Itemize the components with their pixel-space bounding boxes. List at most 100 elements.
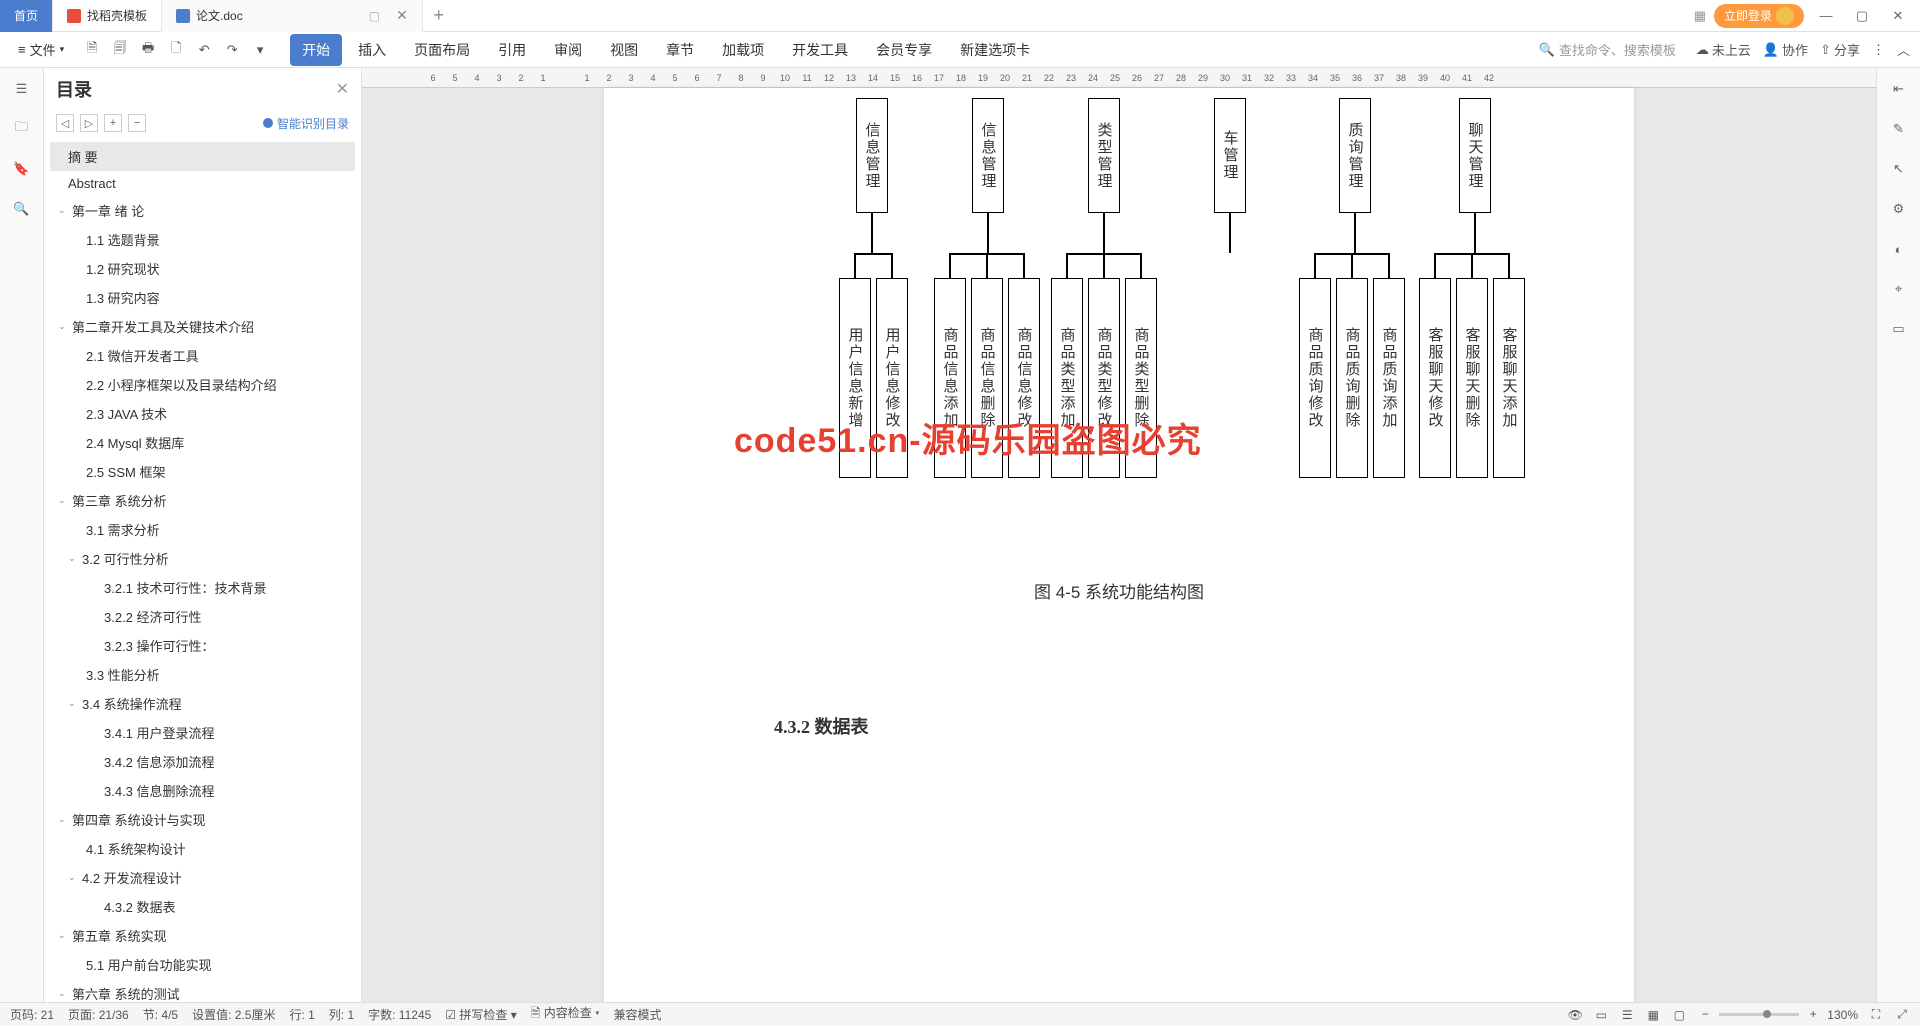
status-pages[interactable]: 页面: 21/36 xyxy=(68,1006,129,1023)
toc-item[interactable]: 2.5 SSM 框架 xyxy=(50,457,355,486)
minimize-button[interactable]: — xyxy=(1812,6,1840,26)
zoom-out-button[interactable]: − xyxy=(1697,1007,1713,1023)
toc-item[interactable]: ⌄第三章 系统分析 xyxy=(50,486,355,515)
folder-icon[interactable]: 🗀 xyxy=(11,118,33,140)
toc-item[interactable]: 4.3.2 数据表 xyxy=(50,892,355,921)
toc-item[interactable]: 3.4.2 信息添加流程 xyxy=(50,747,355,776)
toc-item[interactable]: 3.2.3 操作可行性： xyxy=(50,631,355,660)
shape-icon[interactable]: ◐ xyxy=(1888,238,1910,260)
toc-item[interactable]: 2.1 微信开发者工具 xyxy=(50,341,355,370)
toc-item[interactable]: ⌄第四章 系统设计与实现 xyxy=(50,805,355,834)
status-content[interactable]: 🗎 内容检查 ▾ xyxy=(531,1004,600,1025)
settings-icon[interactable]: ⚙ xyxy=(1888,198,1910,220)
bookmark-icon[interactable]: 🔖 xyxy=(11,158,33,180)
cursor-icon[interactable]: ↖ xyxy=(1888,158,1910,180)
more-vert-icon[interactable]: ⋮ xyxy=(1872,42,1885,58)
print-preview-icon[interactable]: 🗋 xyxy=(166,40,186,60)
toc-item[interactable]: ⌄第二章开发工具及关键技术介绍 xyxy=(50,312,355,341)
save-icon[interactable]: 🗎 xyxy=(82,40,102,60)
expand-icon[interactable]: + xyxy=(104,114,122,132)
toc-item[interactable]: 1.3 研究内容 xyxy=(50,283,355,312)
toc-item[interactable]: 3.2.1 技术可行性：技术背景 xyxy=(50,573,355,602)
tab-start[interactable]: 开始 xyxy=(290,34,342,66)
tab-ref[interactable]: 引用 xyxy=(486,34,538,66)
print-icon[interactable]: 🖶 xyxy=(138,40,158,60)
fit-icon[interactable]: ⛶ xyxy=(1868,1007,1884,1023)
view-read-icon[interactable]: ▢ xyxy=(1671,1007,1687,1023)
toc-item[interactable]: ⌄第六章 系统的测试 xyxy=(50,979,355,1002)
close-icon[interactable]: ✕ xyxy=(396,7,408,24)
location-icon[interactable]: ⌖ xyxy=(1888,278,1910,300)
promote-icon[interactable]: ◁ xyxy=(56,114,74,132)
maximize-button[interactable]: ▢ xyxy=(1848,6,1876,26)
status-spell[interactable]: ☑ 拼写检查 ▾ xyxy=(445,1006,516,1023)
status-page[interactable]: 页码: 21 xyxy=(10,1006,54,1023)
fullscreen-icon[interactable]: ⤢ xyxy=(1894,1007,1910,1023)
new-tab-button[interactable]: + xyxy=(423,5,455,26)
tab-load[interactable]: 加载项 xyxy=(710,34,776,66)
toc-item[interactable]: 3.4.1 用户登录流程 xyxy=(50,718,355,747)
share-button[interactable]: ⇧ 分享 xyxy=(1820,40,1860,59)
toc-item[interactable]: 3.3 性能分析 xyxy=(50,660,355,689)
file-menu[interactable]: ≡ 文件 ▾ xyxy=(10,40,72,59)
toc-item[interactable]: ⌄3.2 可行性分析 xyxy=(50,544,355,573)
toc-item[interactable]: ⌄第一章 绪 论 xyxy=(50,196,355,225)
status-words[interactable]: 字数: 11245 xyxy=(368,1006,431,1023)
tab-review[interactable]: 审阅 xyxy=(542,34,594,66)
smart-toc-button[interactable]: 智能识别目录 xyxy=(263,115,349,132)
login-button[interactable]: 立即登录 xyxy=(1714,4,1804,28)
read-icon[interactable]: ▭ xyxy=(1888,318,1910,340)
tab-dev[interactable]: 开发工具 xyxy=(780,34,860,66)
tab-insert[interactable]: 插入 xyxy=(346,34,398,66)
toc-item[interactable]: Abstract xyxy=(50,171,355,196)
zoom-slider[interactable] xyxy=(1719,1013,1799,1016)
toc-item[interactable]: 4.1 系统架构设计 xyxy=(50,834,355,863)
toc-item[interactable]: 2.4 Mysql 数据库 xyxy=(50,428,355,457)
toc-item[interactable]: ⌄第五章 系统实现 xyxy=(50,921,355,950)
demote-icon[interactable]: ▷ xyxy=(80,114,98,132)
toc-item[interactable]: 3.2.2 经济可行性 xyxy=(50,602,355,631)
toc-item[interactable]: ⌄4.2 开发流程设计 xyxy=(50,863,355,892)
outline-icon[interactable]: ☰ xyxy=(11,78,33,100)
close-outline-icon[interactable]: ✕ xyxy=(336,79,349,99)
toc-item[interactable]: 1.1 选题背景 xyxy=(50,225,355,254)
zoom-value[interactable]: 130% xyxy=(1827,1008,1858,1022)
tab-document[interactable]: 论文.doc ▢ ✕ xyxy=(162,0,423,32)
close-window-button[interactable]: ✕ xyxy=(1884,6,1912,26)
saveas-icon[interactable]: 🗐 xyxy=(110,40,130,60)
toc-item[interactable]: 5.1 用户前台功能实现 xyxy=(50,950,355,979)
toc-item[interactable]: 摘 要 xyxy=(50,142,355,171)
tab-newtab[interactable]: 新建选项卡 xyxy=(948,34,1042,66)
collab-button[interactable]: 👤 协作 xyxy=(1763,40,1808,59)
toc-item[interactable]: 3.4.3 信息删除流程 xyxy=(50,776,355,805)
search-side-icon[interactable]: 🔍 xyxy=(11,198,33,220)
expand-pane-icon[interactable]: ⇤ xyxy=(1888,78,1910,100)
view-page-icon[interactable]: ▭ xyxy=(1593,1007,1609,1023)
collapse-icon[interactable]: − xyxy=(128,114,146,132)
tab-view[interactable]: 视图 xyxy=(598,34,650,66)
apps-grid-icon[interactable]: ▦ xyxy=(1694,8,1706,24)
toc-item[interactable]: 1.2 研究现状 xyxy=(50,254,355,283)
pen-icon[interactable]: ✎ xyxy=(1888,118,1910,140)
tab-template[interactable]: 找稻壳模板 xyxy=(53,0,162,32)
view-outline-icon[interactable]: ☰ xyxy=(1619,1007,1635,1023)
more-icon[interactable]: ▾ xyxy=(250,40,270,60)
zoom-in-button[interactable]: + xyxy=(1805,1007,1821,1023)
tab-layout[interactable]: 页面布局 xyxy=(402,34,482,66)
tab-chapter[interactable]: 章节 xyxy=(654,34,706,66)
tab-vip[interactable]: 会员专享 xyxy=(864,34,944,66)
toc-item-label: 2.5 SSM 框架 xyxy=(86,462,165,481)
view-web-icon[interactable]: ▦ xyxy=(1645,1007,1661,1023)
toc-item[interactable]: ⌄3.4 系统操作流程 xyxy=(50,689,355,718)
toc-item[interactable]: 2.3 JAVA 技术 xyxy=(50,399,355,428)
search-box[interactable]: 🔍 查找命令、搜索模板 xyxy=(1539,40,1676,59)
toc-item[interactable]: 2.2 小程序框架以及目录结构介绍 xyxy=(50,370,355,399)
tab-window-icon[interactable]: ▢ xyxy=(369,9,380,23)
cloud-status[interactable]: ☁ 未上云 xyxy=(1696,40,1751,59)
eye-icon[interactable]: 👁 xyxy=(1567,1007,1583,1023)
toc-item[interactable]: 3.1 需求分析 xyxy=(50,515,355,544)
tab-home[interactable]: 首页 xyxy=(0,0,53,32)
redo-icon[interactable]: ↷ xyxy=(222,40,242,60)
undo-icon[interactable]: ↶ xyxy=(194,40,214,60)
chevron-up-icon[interactable]: ︿ xyxy=(1897,40,1910,59)
